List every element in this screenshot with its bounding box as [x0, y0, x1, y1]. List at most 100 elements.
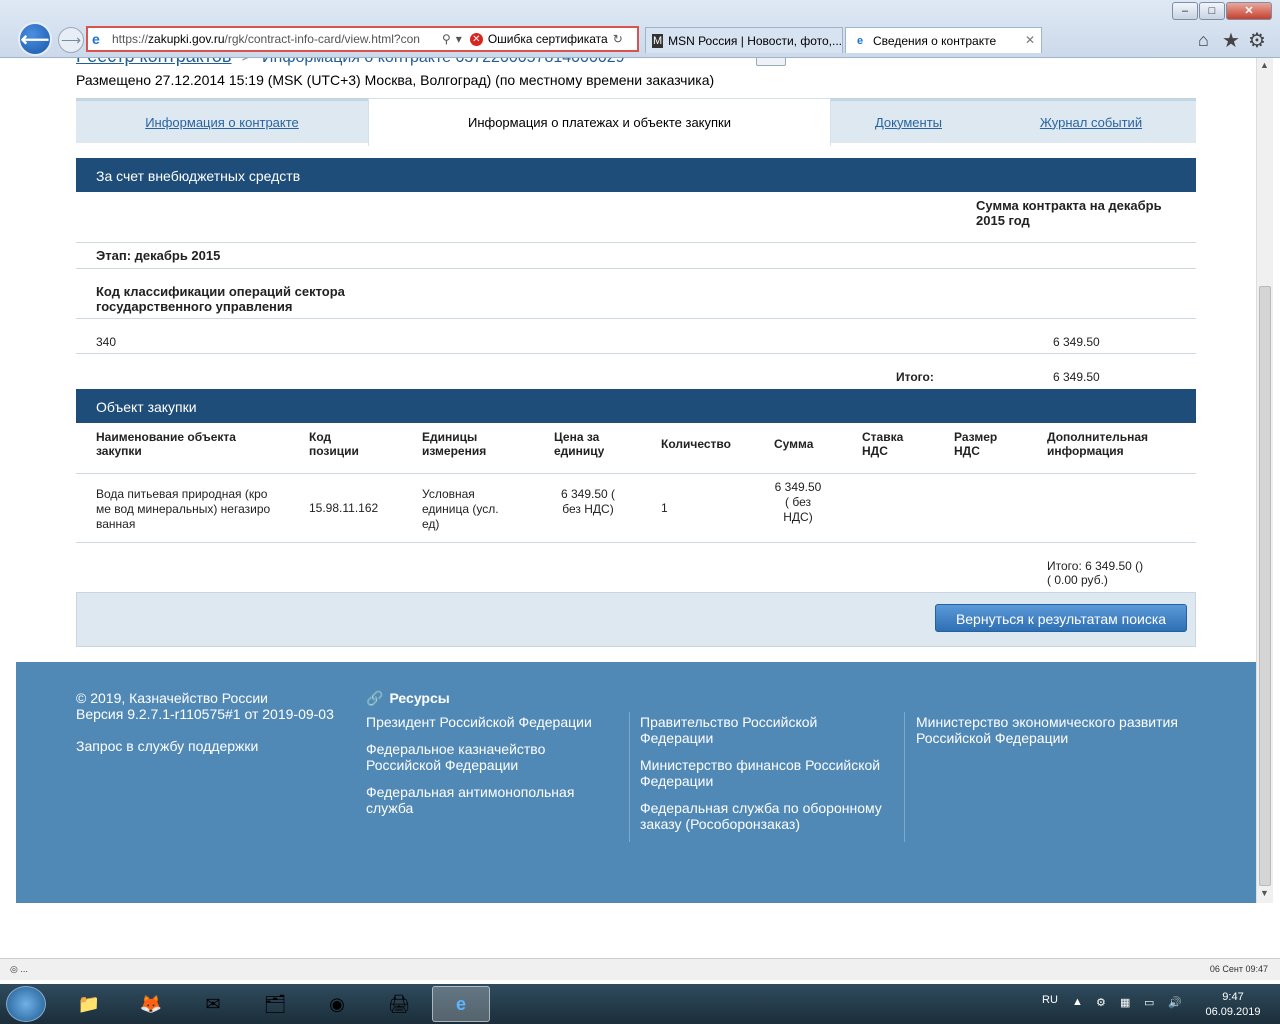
url-prefix: https:// [112, 32, 149, 46]
clock-date: 06.09.2019 [1205, 1006, 1261, 1018]
forward-button[interactable]: ⟶ [58, 27, 84, 53]
tab-payments-label: Информация о платежах и объекте закупки [467, 115, 731, 130]
address-bar[interactable]: e https://zakupki.gov.ru/rgk/contract-in… [86, 26, 639, 52]
browser-chrome: – □ ✕ ⟵ ⟶ e https://zakupki.gov.ru/rgk/c… [0, 0, 1280, 58]
taskbar-fax-icon[interactable]: 🖨 [370, 986, 428, 1022]
tab-contract-info[interactable]: Информация о контракте [76, 101, 368, 143]
link-icon: 🔗 [366, 690, 384, 706]
divider [76, 473, 1196, 474]
footer-links-col2: Правительство Российской Федерации Минис… [640, 714, 890, 843]
tab-label: MSN Россия | Новости, фото,... [668, 33, 842, 48]
row-sum: 6 349.50 ( без НДС) [774, 480, 822, 524]
search-icon[interactable]: ⚲ [442, 32, 451, 46]
start-button[interactable] [6, 986, 46, 1022]
home-icon[interactable]: ⌂ [1198, 30, 1209, 51]
section-extra-budget: За счет внебюджетных средств [76, 158, 1196, 192]
row-code: 15.98.11.162 [309, 501, 379, 515]
tab-journal-link[interactable]: Журнал событий [1040, 115, 1142, 130]
action-panel: Вернуться к результатам поиска [76, 592, 1196, 647]
version: Версия 9.2.7.1-r110575#1 от 2019-09-03 [76, 706, 334, 722]
breadcrumb-separator: > [241, 58, 252, 66]
taskbar-folder-icon[interactable]: 🗂 [246, 986, 304, 1022]
tray-volume-icon[interactable]: 🔊 [1168, 996, 1182, 1009]
tray-clock[interactable]: 9:47 06.09.2019 [1198, 990, 1268, 1020]
footer-link[interactable]: Федеральная антимонопольная служба [366, 784, 616, 816]
row-qty: 1 [661, 501, 668, 515]
footer-link[interactable]: Министерство финансов Российской Федерац… [640, 757, 890, 789]
maximize-button[interactable]: □ [1199, 2, 1225, 20]
print-icon[interactable] [756, 58, 786, 66]
divider [76, 268, 1196, 269]
footer-link[interactable]: Министерство экономического развития Рос… [916, 714, 1196, 746]
close-window-button[interactable]: ✕ [1226, 2, 1272, 20]
taskbar-ie-icon[interactable]: e [432, 986, 490, 1022]
tab-documents[interactable]: Документы [831, 101, 986, 143]
tray-expand-icon[interactable]: ▲ [1072, 996, 1083, 1008]
address-url[interactable]: https://zakupki.gov.ru/rgk/contract-info… [112, 32, 437, 46]
ie-favicon: e [856, 34, 864, 47]
tab-msn[interactable]: M MSN Россия | Новости, фото,... [645, 27, 843, 53]
divider [76, 353, 1196, 354]
vertical-scrollbar[interactable]: ▲ ▼ [1256, 58, 1273, 903]
col-header-sum: Сумма [774, 437, 814, 451]
resources-title: Ресурсы [389, 690, 450, 706]
tab-close-icon[interactable]: ✕ [1025, 33, 1035, 47]
code-value: 340 [96, 335, 117, 349]
certificate-error[interactable]: ✕ Ошибка сертификата [469, 32, 608, 46]
tray-network-icon[interactable]: ▦ [1120, 996, 1130, 1009]
breadcrumb-root-link[interactable]: Реестр контрактов [76, 58, 231, 66]
footer-link[interactable]: Федеральная служба по оборонному заказу … [640, 800, 890, 832]
refresh-icon[interactable]: ↻ [613, 32, 623, 46]
footer-link[interactable]: Президент Российской Федерации [366, 714, 616, 730]
tab-contract-info[interactable]: e Сведения о контракте ✕ [845, 27, 1042, 53]
copyright: © 2019, Казначейство России [76, 690, 268, 706]
stage-label: Этап: декабрь 2015 [96, 248, 221, 263]
footer-link[interactable]: Федеральное казначейство Российской Феде… [366, 741, 616, 773]
breadcrumb: Реестр контрактов > Информация о контракте… [76, 58, 625, 67]
col-header-price: Цена за единицу [554, 430, 605, 458]
footer: © 2019, Казначейство России Версия 9.2.7… [16, 662, 1256, 903]
footer-info: © 2019, Казначейство России Версия 9.2.7… [76, 690, 334, 754]
gear-icon[interactable]: ⚙ [1248, 28, 1266, 53]
ie-page-icon: e [92, 31, 100, 47]
scroll-thumb[interactable] [1259, 286, 1271, 886]
page-viewport: Реестр контрактов > Информация о контракте… [10, 58, 1256, 903]
col-header-name: Наименование объекта закупки [96, 430, 236, 458]
support-link[interactable]: Запрос в службу поддержки [76, 738, 334, 754]
error-icon: ✕ [469, 32, 483, 46]
footer-link[interactable]: Правительство Российской Федерации [640, 714, 890, 746]
total-label: Итого: [896, 370, 934, 384]
favorites-star-icon[interactable]: ★ [1222, 28, 1240, 53]
taskbar-firefox-icon[interactable]: 🦊 [122, 986, 180, 1022]
back-to-results-button[interactable]: Вернуться к результатам поиска [935, 604, 1187, 632]
dropdown-icon[interactable]: ▾ [456, 32, 462, 46]
tab-contract-info-link[interactable]: Информация о контракте [145, 115, 299, 130]
page-tabs: Информация о контракте Информация о плат… [76, 98, 1196, 146]
tab-journal[interactable]: Журнал событий [986, 101, 1196, 143]
total-value: 6 349.50 [1053, 370, 1100, 384]
tab-documents-link[interactable]: Документы [875, 115, 942, 130]
back-arrow-icon: ⟵ [20, 28, 50, 51]
breadcrumb-current: Информация о контракте 03722000578140000… [262, 58, 625, 66]
minimize-button[interactable]: – [1172, 2, 1198, 20]
tab-payments[interactable]: Информация о платежах и объекте закупки [368, 98, 831, 146]
clock-time: 9:47 [1222, 991, 1244, 1003]
taskbar-chrome-icon[interactable]: ◉ [308, 986, 366, 1022]
divider [76, 318, 1196, 319]
code-header: Код классификации операций сектора госуд… [96, 284, 345, 314]
language-indicator[interactable]: RU [1042, 994, 1058, 1006]
certificate-error-label: Ошибка сертификата [487, 32, 608, 46]
taskbar-explorer-icon[interactable]: 📁 [60, 986, 118, 1022]
url-rest: /rgk/contract-info-card/view.html?con [224, 32, 420, 46]
tray-display-icon[interactable]: ▭ [1144, 996, 1154, 1009]
taskbar-outlook-icon[interactable]: ✉ [184, 986, 242, 1022]
scroll-down-icon[interactable]: ▼ [1260, 888, 1269, 898]
col-header-extra: Дополнительная информация [1047, 430, 1149, 458]
scroll-up-icon[interactable]: ▲ [1260, 60, 1269, 70]
amount-value: 6 349.50 [1053, 335, 1100, 349]
divider [76, 242, 1196, 243]
back-button[interactable]: ⟵ [18, 22, 52, 56]
col-header-units: Единицы измерения [422, 430, 487, 458]
tray-app-icon[interactable]: ⚙ [1096, 996, 1106, 1009]
sum-header: Сумма контракта на декабрь 2015 год [976, 198, 1162, 228]
